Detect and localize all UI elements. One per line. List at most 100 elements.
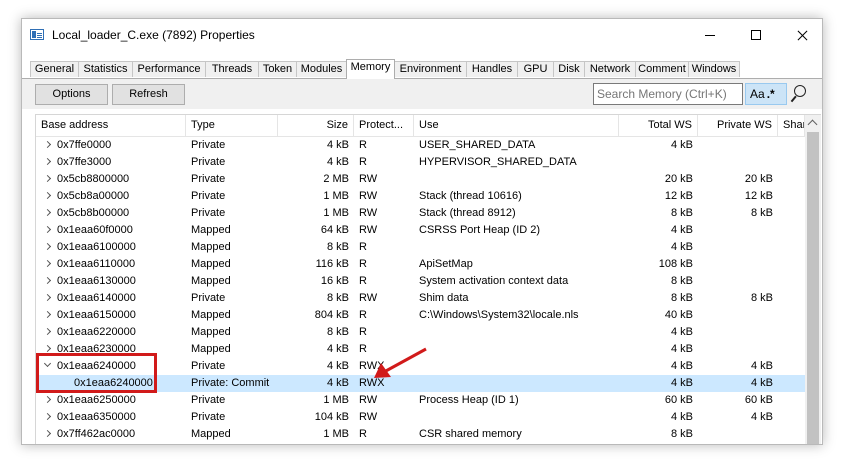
tab-general[interactable]: General [30, 61, 79, 77]
options-button[interactable]: Options [35, 84, 108, 105]
cell-use: CSRSS Port Heap (ID 2) [419, 224, 541, 236]
cell-private-ws [698, 154, 778, 171]
maximize-button[interactable] [733, 19, 779, 51]
close-button[interactable] [779, 19, 822, 51]
memory-row[interactable]: 0x1eaa6350000 Private 104 kB RW 4 kB 4 kB [36, 409, 805, 426]
scroll-up-icon[interactable] [807, 119, 818, 130]
memory-row[interactable]: 0x1eaa6100000 Mapped 8 kB R 4 kB [36, 239, 805, 256]
cell-prot: RW [359, 224, 378, 236]
search-icon[interactable] [789, 84, 809, 104]
regex-toggle-label: Aa [750, 87, 765, 101]
memory-row[interactable]: 0x1eaa6130000 Mapped 16 kB R System activati… [36, 273, 805, 290]
cell-use: Shim data [419, 292, 469, 304]
tab-disk[interactable]: Disk [553, 61, 585, 77]
tab-statistics[interactable]: Statistics [78, 61, 133, 77]
cell-private-ws: 60 kB [744, 394, 773, 406]
cell-use: ApiSetMap [419, 258, 473, 270]
chevron-right-icon[interactable] [43, 157, 52, 166]
chevron-right-icon[interactable] [43, 395, 52, 404]
chevron-right-icon[interactable] [43, 225, 52, 234]
chevron-right-icon[interactable] [43, 140, 52, 149]
column-header-use[interactable]: Use [414, 115, 619, 136]
cell-size: 4 kB [326, 139, 349, 151]
cell-prot: R [359, 275, 367, 287]
column-header-share[interactable]: Share [778, 115, 805, 136]
cell-private-ws: 12 kB [744, 190, 773, 202]
tab-modules[interactable]: Modules [296, 61, 347, 77]
chevron-right-icon[interactable] [43, 310, 52, 319]
chevron-right-icon[interactable] [43, 327, 52, 336]
chevron-right-icon[interactable] [43, 429, 52, 438]
cell-prot: R [359, 309, 367, 321]
memory-row[interactable]: 0x1eaa6220000 Mapped 8 kB R 4 kB [36, 324, 805, 341]
search-memory-input[interactable]: Search Memory (Ctrl+K) [593, 83, 743, 105]
memory-row[interactable]: 0x1eaa6140000 Private 8 kB RW Shim data 8 kB 8… [36, 290, 805, 307]
memory-row[interactable]: 0x7ffe3000 Private 4 kB R HYPERVISOR_SHARED_… [36, 154, 805, 171]
chevron-right-icon[interactable] [43, 412, 52, 421]
cell-prot: RW [359, 394, 378, 406]
tab-threads[interactable]: Threads [205, 61, 259, 77]
cell-prot: RW [359, 292, 378, 304]
cell-private-ws: 20 kB [744, 173, 773, 185]
memory-row[interactable]: 0x1eaa6110000 Mapped 116 kB R ApiSetMap 108 k… [36, 256, 805, 273]
minimize-button[interactable] [687, 19, 733, 51]
memory-row[interactable]: 0x7ffe0000 Private 4 kB R USER_SHARED_DATA 4 … [36, 137, 805, 154]
column-header-protect[interactable]: Protect... [354, 115, 414, 136]
chevron-right-icon[interactable] [43, 191, 52, 200]
cell-addr: 0x1eaa60f0000 [57, 224, 133, 236]
window-title: Local_loader_C.exe (7892) Properties [52, 28, 255, 42]
cell-use: Stack (thread 10616) [419, 190, 522, 202]
cell-prot: R [359, 156, 367, 168]
tab-performance[interactable]: Performance [132, 61, 206, 77]
chevron-right-icon[interactable] [43, 344, 52, 353]
chevron-right-icon[interactable] [43, 242, 52, 251]
memory-row[interactable]: 0x1eaa6150000 Mapped 804 kB R C:\Windows\Sys… [36, 307, 805, 324]
memory-row[interactable]: 0x7ff462ac0000 Mapped 1 MB R CSR shared memo… [36, 426, 805, 443]
column-header-private-ws[interactable]: Private WS [698, 115, 778, 136]
scrollbar-thumb[interactable] [807, 132, 819, 444]
cell-type: Private [191, 139, 226, 151]
cell-type: Private [191, 411, 226, 423]
cell-size: 4 kB [326, 360, 349, 372]
regex-toggle-button[interactable]: Aa .* [745, 83, 787, 105]
cell-use [414, 324, 619, 341]
tab-environment[interactable]: Environment [394, 61, 467, 77]
tab-comment[interactable]: Comment [635, 61, 689, 77]
tab-token[interactable]: Token [258, 61, 297, 77]
chevron-right-icon[interactable] [43, 259, 52, 268]
vertical-scrollbar[interactable] [805, 115, 821, 444]
cell-total-ws: 60 kB [664, 394, 693, 406]
cell-type: Private [191, 190, 226, 202]
cell-use: C:\Windows\System32\locale.nls [419, 309, 579, 321]
tab-windows[interactable]: Windows [688, 61, 740, 77]
memory-row[interactable]: 0x1eaa6250000 Private 1 MB RW Process Heap (… [36, 392, 805, 409]
refresh-button[interactable]: Refresh [112, 84, 185, 105]
cell-total-ws: 4 kB [670, 360, 693, 372]
chevron-right-icon[interactable] [43, 276, 52, 285]
column-header-base-address[interactable]: Base address [36, 115, 186, 136]
cell-total-ws: 4 kB [670, 224, 693, 236]
tab-memory[interactable]: Memory [346, 59, 395, 79]
memory-row[interactable]: 0x1eaa60f0000 Mapped 64 kB RW CSRSS Port Hea… [36, 222, 805, 239]
chevron-right-icon[interactable] [43, 208, 52, 217]
cell-total-ws [619, 154, 698, 171]
cell-type: Mapped [191, 258, 231, 270]
cell-addr: 0x5cb8800000 [57, 173, 130, 185]
memory-tree-list[interactable]: Base address Type Size Protect... Use Total W… [35, 114, 821, 444]
tab-network[interactable]: Network [584, 61, 636, 77]
column-header-type[interactable]: Type [186, 115, 278, 136]
memory-row[interactable]: 0x5cb8800000 Private 2 MB RW 20 kB 20 kB [36, 171, 805, 188]
cell-use: System activation context data [419, 275, 569, 287]
cell-private-ws: 8 kB [750, 207, 773, 219]
tab-handles[interactable]: Handles [466, 61, 518, 77]
window-app-icon [30, 29, 44, 40]
memory-row[interactable]: 0x5cb8b00000 Private 1 MB RW Stack (thread 8… [36, 205, 805, 222]
cell-private-ws [698, 426, 778, 443]
tab-gpu[interactable]: GPU [517, 61, 554, 77]
chevron-right-icon[interactable] [43, 174, 52, 183]
memory-row[interactable]: 0x5cb8a00000 Private 1 MB RW Stack (thread 1… [36, 188, 805, 205]
column-header-size[interactable]: Size [278, 115, 354, 136]
column-header-total-ws[interactable]: Total WS [619, 115, 698, 136]
chevron-right-icon[interactable] [43, 293, 52, 302]
cell-type: Private [191, 292, 226, 304]
